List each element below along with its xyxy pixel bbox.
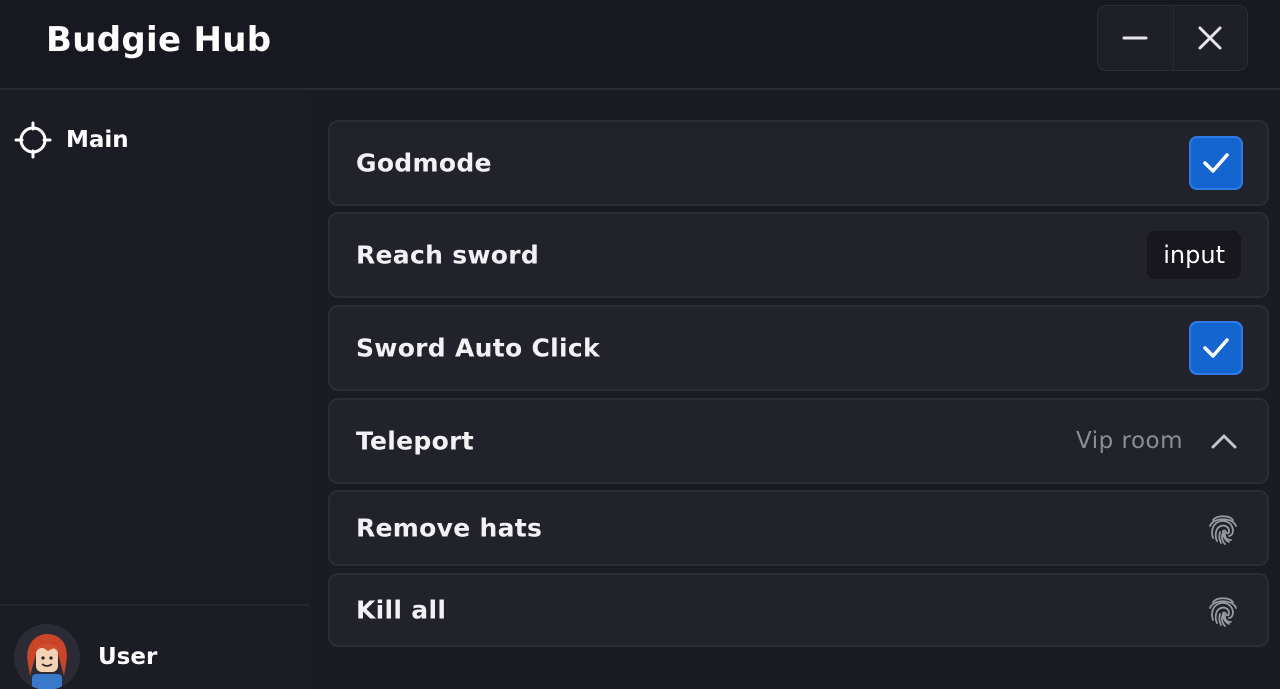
row-label: Reach sword [356, 240, 540, 270]
sidebar-item-label: Main [66, 127, 129, 153]
minimize-button[interactable] [1098, 6, 1173, 70]
row-label: Teleport [356, 426, 474, 456]
sidebar-divider [0, 604, 309, 606]
list-item: Godmode [328, 120, 1269, 206]
close-icon [1198, 26, 1222, 50]
title-bar: Budgie Hub [0, 0, 1280, 90]
list-item: Teleport Vip room [328, 398, 1269, 484]
chevron-up-icon [1209, 426, 1239, 456]
check-icon [1203, 338, 1229, 358]
row-label: Kill all [356, 595, 447, 625]
minus-icon [1122, 36, 1148, 40]
list-item: Remove hats [328, 490, 1269, 566]
app-title: Budgie Hub [46, 20, 272, 60]
row-label: Godmode [356, 148, 492, 178]
user-name: User [98, 644, 158, 670]
fingerprint-icon[interactable] [1205, 592, 1241, 628]
row-label: Sword Auto Click [356, 333, 600, 363]
list-item: Reach sword input [328, 212, 1269, 298]
teleport-dropdown[interactable]: Vip room [1076, 426, 1239, 456]
main-panel: Godmode Reach sword input Sword Auto Cli… [309, 92, 1280, 689]
list-item: Sword Auto Click [328, 305, 1269, 391]
crosshair-icon [14, 121, 52, 159]
sidebar: Main User [0, 92, 309, 689]
sword-auto-click-checkbox[interactable] [1189, 321, 1243, 375]
row-label: Remove hats [356, 513, 543, 543]
close-button[interactable] [1172, 6, 1248, 70]
list-item: Kill all [328, 573, 1269, 647]
reach-sword-input[interactable]: input [1147, 231, 1241, 279]
window-controls [1097, 5, 1248, 71]
check-icon [1203, 153, 1229, 173]
avatar-icon [14, 624, 80, 689]
godmode-checkbox[interactable] [1189, 136, 1243, 190]
user-profile[interactable]: User [14, 624, 157, 689]
dropdown-value: Vip room [1075, 428, 1183, 454]
sidebar-item-main[interactable]: Main [14, 120, 129, 160]
fingerprint-icon[interactable] [1205, 510, 1241, 546]
